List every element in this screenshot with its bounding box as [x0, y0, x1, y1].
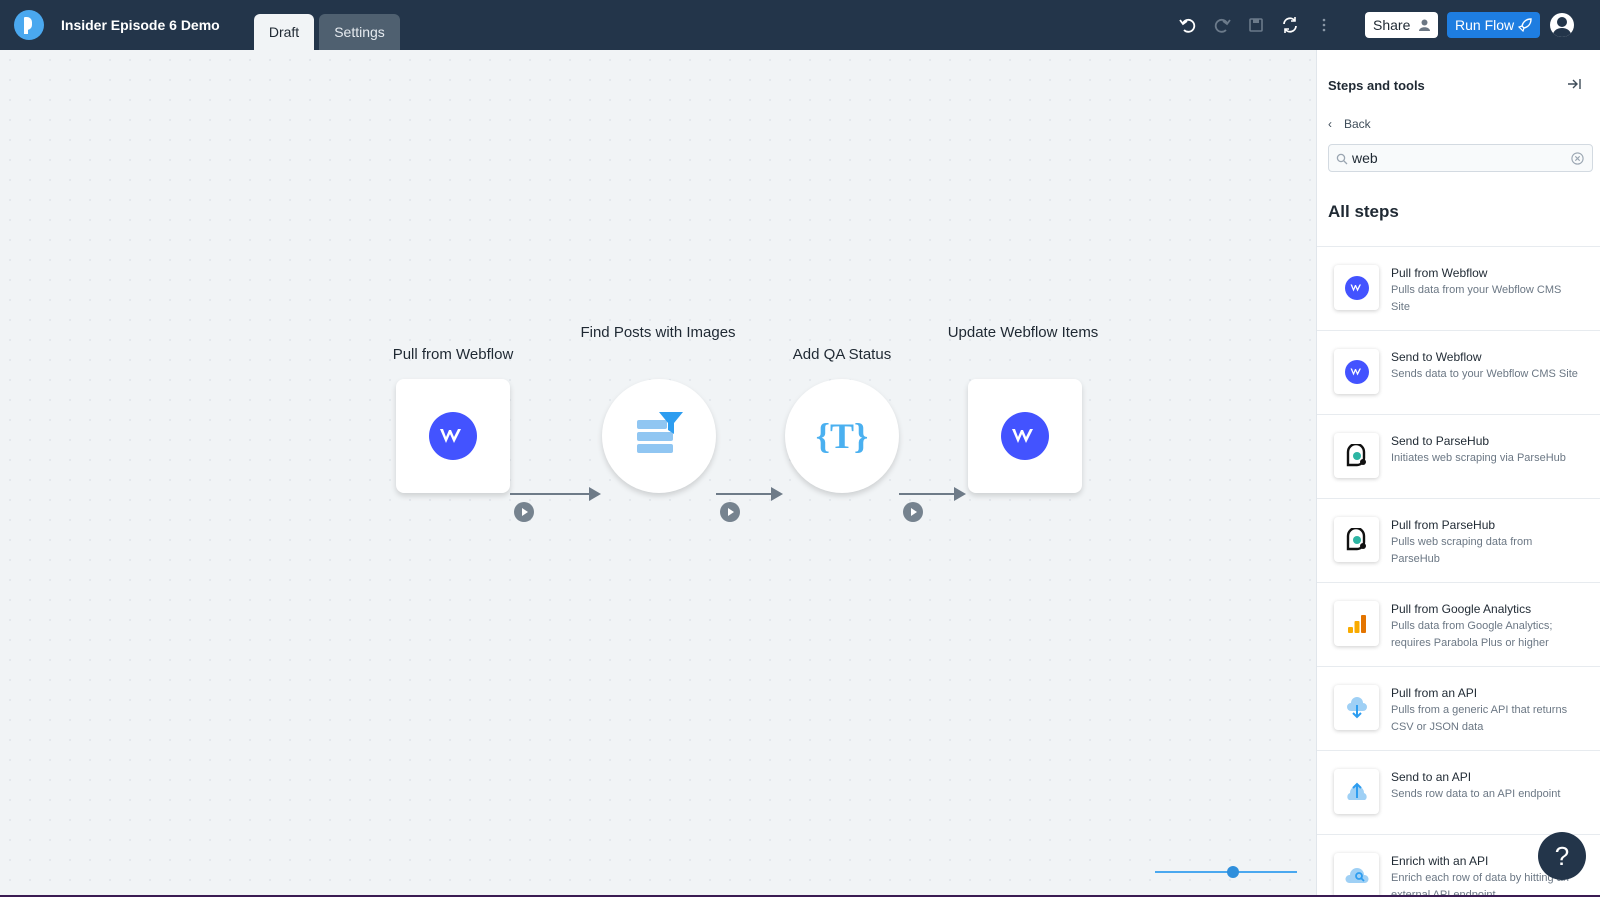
step-item-pull-google-analytics[interactable]: Pull from Google Analytics Pulls data fr…: [1317, 582, 1600, 666]
step-icon-box: [1334, 601, 1379, 646]
share-button[interactable]: Share: [1365, 12, 1438, 38]
run-step-play-icon[interactable]: [720, 502, 740, 522]
step-item-send-api[interactable]: Send to an API Sends row data to an API …: [1317, 750, 1600, 834]
step-list: Pull from Webflow Pulls data from your W…: [1317, 246, 1600, 897]
user-icon: [1419, 19, 1430, 31]
chevron-left-icon: ‹: [1328, 117, 1332, 131]
google-analytics-icon: [1347, 614, 1366, 633]
connector-line: [716, 493, 771, 495]
step-description: Sends row data to an API endpoint: [1391, 788, 1561, 800]
refresh-icon[interactable]: [1280, 15, 1300, 35]
tab-draft[interactable]: Draft: [254, 14, 314, 50]
connector-arrow-icon: [589, 487, 601, 501]
step-icon-box: [1334, 517, 1379, 562]
search-input[interactable]: [1352, 149, 1562, 167]
cloud-download-icon: [1346, 696, 1367, 718]
parsehub-icon: [1346, 527, 1366, 550]
parsehub-icon: [1346, 443, 1366, 466]
connector-line: [510, 493, 589, 495]
node-label-find-posts: Find Posts with Images: [580, 324, 736, 341]
flow-title[interactable]: Insider Episode 6 Demo: [61, 17, 220, 33]
cloud-upload-icon: [1346, 782, 1367, 800]
collapse-panel-icon[interactable]: [1567, 77, 1581, 91]
step-name: Send to Webflow: [1391, 350, 1482, 364]
step-item-send-parsehub[interactable]: Send to ParseHub Initiates web scraping …: [1317, 414, 1600, 498]
connector-line: [899, 493, 954, 495]
step-item-pull-api[interactable]: Pull from an API Pulls from a generic AP…: [1317, 666, 1600, 750]
rocket-icon: [1518, 18, 1532, 32]
sidebar-title: Steps and tools: [1328, 78, 1425, 93]
svg-text:{T}: {T}: [816, 416, 868, 456]
step-icon-box: [1334, 265, 1379, 310]
zoom-slider-handle[interactable]: [1227, 866, 1240, 878]
step-name: Pull from Google Analytics: [1391, 602, 1532, 616]
node-label-update-webflow: Update Webflow Items: [947, 324, 1099, 341]
step-name: Send to an API: [1391, 770, 1472, 784]
step-description: Pulls web scraping data from ParseHub: [1391, 536, 1533, 565]
step-name: Send to ParseHub: [1391, 434, 1490, 448]
webflow-icon: [1344, 275, 1369, 300]
zoom-slider-track[interactable]: [1155, 871, 1297, 873]
step-description: Pulls from a generic API that returns CS…: [1391, 704, 1568, 733]
step-name: Pull from an API: [1391, 686, 1478, 700]
step-description: Initiates web scraping via ParseHub: [1391, 452, 1566, 464]
user-avatar[interactable]: [1550, 13, 1574, 37]
tab-settings[interactable]: Settings: [319, 14, 400, 50]
step-icon-box: [1334, 349, 1379, 394]
connector-arrow-icon: [771, 487, 783, 501]
step-item-pull-webflow[interactable]: Pull from Webflow Pulls data from your W…: [1317, 246, 1600, 330]
step-icon-box: [1334, 769, 1379, 814]
redo-icon[interactable]: [1212, 15, 1232, 35]
step-node-add-qa[interactable]: {T}: [785, 379, 899, 493]
back-link[interactable]: ‹ Back: [1328, 117, 1371, 131]
step-name: Pull from ParseHub: [1391, 518, 1496, 532]
search-field[interactable]: [1328, 144, 1593, 172]
webflow-icon: [429, 412, 477, 460]
text-template-icon: {T}: [816, 416, 868, 456]
step-node-find-posts[interactable]: [602, 379, 716, 493]
cloud-search-icon: [1344, 867, 1369, 883]
step-item-send-webflow[interactable]: Send to Webflow Sends data to your Webfl…: [1317, 330, 1600, 414]
step-description: Pulls data from your Webflow CMS Site: [1391, 284, 1562, 313]
step-icon-box: [1334, 853, 1379, 897]
parabola-logo-icon[interactable]: [14, 10, 44, 40]
step-node-pull-webflow[interactable]: [396, 379, 510, 493]
step-node-update-webflow[interactable]: [968, 379, 1082, 493]
top-bar: Insider Episode 6 Demo Draft Settings Sh…: [0, 0, 1600, 50]
all-steps-heading: All steps: [1328, 202, 1399, 221]
search-icon: [1336, 153, 1348, 165]
webflow-icon: [1344, 359, 1369, 384]
run-step-play-icon[interactable]: [514, 502, 534, 522]
webflow-icon: [1001, 412, 1049, 460]
flow-canvas[interactable]: Pull from Webflow Find Posts with Images…: [0, 50, 1316, 897]
step-icon-box: [1334, 685, 1379, 730]
step-name: Enrich with an API: [1391, 854, 1489, 868]
steps-sidebar: Steps and tools ‹ Back All steps Pull fro…: [1316, 50, 1600, 897]
help-button[interactable]: ?: [1538, 832, 1586, 880]
run-flow-button[interactable]: Run Flow: [1447, 12, 1540, 38]
step-name: Pull from Webflow: [1391, 266, 1488, 280]
more-vertical-icon[interactable]: [1314, 15, 1334, 35]
undo-icon[interactable]: [1178, 15, 1198, 35]
step-item-pull-parsehub[interactable]: Pull from ParseHub Pulls web scraping da…: [1317, 498, 1600, 582]
step-description: Sends data to your Webflow CMS Site: [1391, 368, 1578, 380]
run-step-play-icon[interactable]: [903, 502, 923, 522]
node-label-pull-webflow: Pull from Webflow: [392, 346, 514, 363]
step-description: Pulls data from Google Analytics; requir…: [1391, 620, 1553, 649]
node-label-add-qa: Add QA Status: [792, 346, 892, 363]
clear-search-icon[interactable]: [1571, 152, 1584, 165]
run-flow-button-label: Run Flow: [1455, 17, 1515, 33]
save-icon[interactable]: [1246, 15, 1266, 35]
connector-arrow-icon: [954, 487, 966, 501]
step-icon-box: [1334, 433, 1379, 478]
share-button-label: Share: [1373, 17, 1411, 33]
back-label: Back: [1344, 117, 1371, 131]
filter-icon: [637, 412, 683, 453]
